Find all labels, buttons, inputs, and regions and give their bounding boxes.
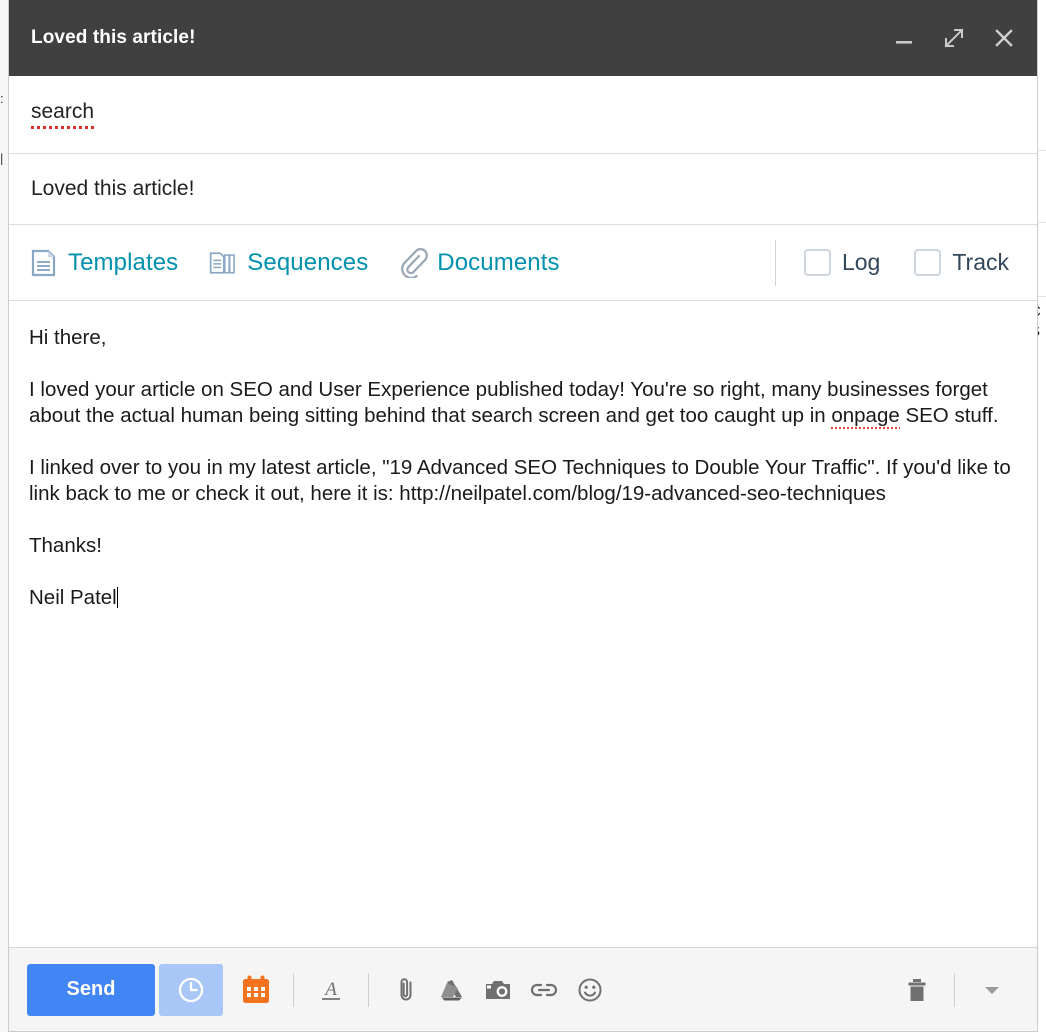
schedule-send-button[interactable]: [159, 963, 223, 1016]
documents-label: Documents: [437, 248, 560, 276]
expand-icon: [944, 28, 964, 48]
documents-stack-icon: [210, 251, 236, 274]
email-body[interactable]: Hi there, I loved your article on SEO an…: [9, 301, 1037, 947]
google-drive-button[interactable]: [429, 964, 475, 1016]
compose-title: Loved this article!: [31, 27, 196, 48]
more-options-icon: [985, 986, 999, 994]
send-label: Send: [66, 978, 116, 1000]
text-cursor: [116, 587, 118, 608]
send-button[interactable]: Send: [27, 963, 155, 1016]
expand-button[interactable]: [939, 23, 969, 53]
minimize-icon: [896, 41, 912, 44]
footer-divider: [293, 972, 294, 1007]
sequences-label: Sequences: [247, 248, 369, 276]
calendar-icon: [243, 975, 269, 1003]
body-paragraph: Hi there,: [29, 326, 107, 349]
insert-photo-button[interactable]: [475, 964, 521, 1016]
svg-text:A: A: [323, 979, 337, 1000]
background-left-fragment: :: [0, 92, 4, 105]
insert-emoji-icon: [578, 978, 602, 1001]
insert-emoji-button[interactable]: [567, 964, 613, 1016]
subject-input-value[interactable]: Loved this article!: [31, 177, 194, 201]
compose-header: Loved this article!: [9, 0, 1037, 76]
close-button[interactable]: [989, 23, 1019, 53]
track-checkbox[interactable]: [914, 249, 942, 276]
attach-file-button[interactable]: [383, 964, 429, 1016]
log-checkbox-group[interactable]: Log: [803, 249, 881, 276]
more-options-button[interactable]: [969, 964, 1015, 1016]
insert-photo-icon: [486, 980, 510, 999]
document-icon: [31, 249, 56, 276]
body-text-after: SEO stuff.: [899, 404, 999, 427]
compose-footer-toolbar: Send A: [9, 947, 1037, 1031]
log-label: Log: [841, 249, 881, 275]
close-icon: [995, 29, 1013, 47]
track-checkbox-group[interactable]: Track: [914, 249, 1009, 276]
minimize-button[interactable]: [889, 23, 919, 53]
templates-label: Templates: [68, 248, 179, 276]
signature-text: Neil Patel: [29, 586, 117, 609]
body-paragraph: I linked over to you in my latest articl…: [29, 456, 1011, 505]
google-drive-icon: [441, 979, 462, 1000]
background-left-fragment: |: [0, 152, 4, 165]
toolbar-divider: [774, 239, 776, 286]
insert-link-icon: [530, 983, 558, 996]
insert-link-button[interactable]: [521, 964, 567, 1016]
sequences-button[interactable]: Sequences: [208, 248, 368, 278]
hubspot-toolbar: Templates Sequences Documents Log Track: [9, 225, 1037, 301]
misspelled-word: onpage: [831, 404, 900, 429]
discard-draft-icon: [908, 978, 926, 1001]
recipient-input-value[interactable]: search: [31, 100, 95, 129]
body-paragraph: Thanks!: [29, 534, 102, 557]
subject-field-row[interactable]: Loved this article!: [9, 154, 1037, 225]
paperclip-icon: [401, 247, 429, 278]
track-label: Track: [952, 249, 1009, 275]
format-text-button[interactable]: A: [308, 964, 354, 1016]
window-controls: [889, 23, 1019, 53]
compose-window: Loved this article! search Loved this ar…: [8, 0, 1038, 1032]
log-checkbox[interactable]: [803, 249, 831, 276]
body-paragraph: I loved your article on SEO and User Exp…: [29, 377, 1015, 429]
recipient-field-row[interactable]: search: [9, 76, 1037, 154]
documents-button[interactable]: Documents: [398, 247, 560, 278]
calendar-button[interactable]: [233, 964, 279, 1016]
templates-button[interactable]: Templates: [29, 248, 178, 278]
clock-icon: [178, 977, 204, 1002]
format-text-icon: A: [322, 979, 340, 1000]
attach-file-icon: [400, 977, 412, 1000]
footer-divider: [368, 972, 369, 1007]
footer-divider: [954, 972, 955, 1007]
screenshot-root: : | C S Loved this article!: [0, 0, 1046, 1032]
body-signature: Neil Patel: [29, 585, 1015, 611]
discard-draft-button[interactable]: [894, 964, 940, 1016]
